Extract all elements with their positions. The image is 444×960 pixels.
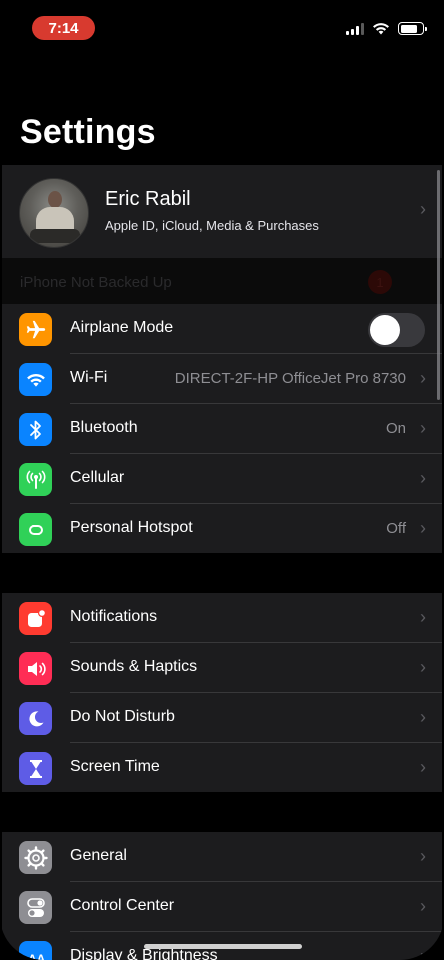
chevron-right-icon: ›: [420, 946, 426, 960]
phone-screen: 7:14 Settings › Eric Rabil Apple ID, iCl…: [0, 0, 444, 960]
airplane-mode-toggle[interactable]: [368, 313, 425, 347]
battery-icon: [398, 22, 427, 35]
chevron-right-icon: ›: [420, 846, 426, 866]
wifi-icon: [19, 363, 52, 396]
wifi-status-icon: [373, 23, 389, 35]
chevron-right-icon: ›: [420, 657, 426, 677]
status-icons: [346, 22, 427, 35]
bluetooth-icon: [19, 413, 52, 446]
settings-row-wifi[interactable]: Wi-Fi DIRECT-2F-HP OfficeJet Pro 8730 ›: [2, 354, 442, 404]
settings-row-label: Sounds & Haptics: [70, 658, 198, 675]
settings-row-label: Cellular: [70, 469, 125, 486]
gear-icon: [19, 841, 52, 874]
chevron-right-icon: ›: [420, 707, 426, 727]
settings-row-label: General: [70, 847, 127, 864]
chevron-right-icon: ›: [420, 468, 426, 488]
settings-row-control-center[interactable]: Control Center ›: [2, 882, 442, 932]
profile-subtitle: Apple ID, iCloud, Media & Purchases: [105, 218, 319, 233]
apple-id-profile-row[interactable]: ›: [2, 165, 442, 258]
chevron-right-icon: ›: [420, 518, 426, 538]
chevron-right-icon: ›: [420, 199, 426, 219]
toggles-icon: [19, 891, 52, 924]
settings-row-label: Personal Hotspot: [70, 519, 193, 536]
settings-row-label: Do Not Disturb: [70, 708, 175, 725]
settings-row-label: Airplane Mode: [70, 319, 174, 336]
airplane-icon: [19, 313, 52, 346]
hourglass-icon: [19, 752, 52, 785]
toggle-knob: [370, 315, 400, 345]
avatar: [19, 178, 89, 248]
chevron-right-icon: ›: [420, 368, 426, 388]
backup-banner-text: iPhone Not Backed Up: [20, 274, 172, 291]
cellular-signal-icon: [346, 22, 364, 35]
speaker-icon: [19, 652, 52, 685]
hotspot-link-icon: [19, 513, 52, 546]
chevron-right-icon: ›: [420, 607, 426, 627]
settings-row-sounds-haptics[interactable]: Sounds & Haptics ›: [2, 643, 442, 693]
scroll-indicator[interactable]: [437, 170, 440, 400]
settings-row-screen-time[interactable]: Screen Time ›: [2, 743, 442, 793]
wifi-network-value: DIRECT-2F-HP OfficeJet Pro 8730: [174, 370, 406, 387]
settings-row-bluetooth[interactable]: Bluetooth On ›: [2, 404, 442, 454]
chevron-right-icon: ›: [420, 757, 426, 777]
settings-row-do-not-disturb[interactable]: Do Not Disturb ›: [2, 693, 442, 743]
settings-row-label: Wi-Fi: [70, 369, 108, 386]
cellular-antenna-icon: [19, 463, 52, 496]
hotspot-status-value: Off: [386, 520, 406, 537]
settings-row-general[interactable]: General ›: [2, 832, 442, 882]
display-icon: AA: [19, 941, 52, 960]
page-title: Settings: [20, 113, 156, 151]
bluetooth-status-value: On: [385, 420, 406, 437]
backup-badge: 1: [368, 270, 392, 294]
status-bar: 7:14: [0, 0, 444, 56]
settings-row-label: Control Center: [70, 897, 175, 914]
chevron-right-icon: ›: [420, 896, 426, 916]
notifications-icon: [19, 602, 52, 635]
status-time[interactable]: 7:14: [32, 16, 95, 40]
settings-row-label: Notifications: [70, 608, 158, 625]
settings-row-cellular[interactable]: Cellular ›: [2, 454, 442, 504]
settings-row-notifications[interactable]: Notifications ›: [2, 593, 442, 643]
svg-text:AA: AA: [28, 952, 46, 960]
chevron-right-icon: ›: [420, 418, 426, 438]
settings-row-airplane-mode[interactable]: Airplane Mode: [2, 304, 442, 354]
settings-row-label: Screen Time: [70, 758, 160, 775]
settings-row-label: Bluetooth: [70, 419, 138, 436]
profile-name: Eric Rabil: [105, 188, 191, 210]
moon-icon: [19, 702, 52, 735]
settings-row-personal-hotspot[interactable]: Personal Hotspot Off ›: [2, 504, 442, 554]
home-indicator[interactable]: [144, 944, 302, 949]
